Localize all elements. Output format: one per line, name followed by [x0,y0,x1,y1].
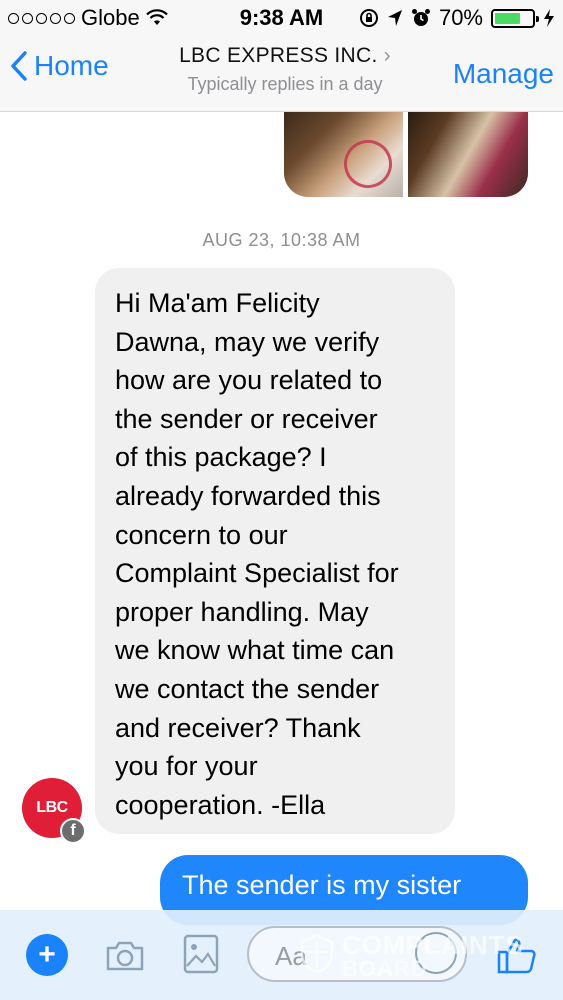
photo-attachment-1[interactable] [284,112,403,197]
bolt-icon [544,9,554,27]
status-bar: Globe 9:38 AM 70% [0,0,563,36]
message-line: we contact the sender [115,673,380,704]
status-right: 70% [359,5,555,31]
image-icon[interactable] [183,932,219,976]
conversation-header[interactable]: LBC EXPRESS INC. › Typically replies in a… [140,44,430,95]
response-time-subtitle: Typically replies in a day [187,74,383,94]
message-line: Complaint Specialist for [115,558,399,589]
message-line: Dawna, may we verify [115,326,380,357]
message-line: already forwarded this [115,480,381,511]
message-timestamp: AUG 23, 10:38 AM [202,230,361,250]
message-line: how are you related to [115,365,383,396]
message-line: the sender or receiver [115,403,378,434]
conversation-title-row: LBC EXPRESS INC. › [140,44,430,68]
chevron-right-icon: › [383,44,391,67]
message-line: and receiver? Thank [115,712,361,743]
nav-bar: Home LBC EXPRESS INC. › Typically replies… [0,36,563,112]
message-line: we know what time can [115,635,395,666]
facebook-badge-icon: f [60,818,86,844]
manage-button[interactable]: Manage [453,58,554,90]
outgoing-message-text: The sender is my sister [182,870,462,900]
message-line: of this package? I [115,442,327,473]
incoming-message-bubble[interactable]: Hi Ma'am Felicity Dawna, may we verify h… [95,268,455,834]
shield-icon [300,934,334,974]
message-line: concern to our [115,519,288,550]
conversation-title: LBC EXPRESS INC. [179,44,378,67]
battery-percentage: 70% [438,5,483,30]
photo-attachment-2[interactable] [408,112,528,197]
package-logo-image [337,133,399,195]
location-arrow-icon [387,10,402,26]
battery-icon [491,8,539,28]
chevron-left-icon [11,51,27,81]
camera-icon[interactable] [104,934,146,976]
complaints-board-watermark: COMPLAINTS BOARD [300,930,523,986]
message-line: Hi Ma'am Felicity [115,288,320,318]
add-attachment-button[interactable]: + [26,934,68,976]
back-button[interactable]: Home [10,50,109,82]
avatar-logo-text: LBC [36,799,68,816]
message-line: you for your [115,751,258,782]
alarm-icon [411,9,430,26]
rotation-lock-icon [359,9,378,27]
message-line: proper handling. May [115,596,369,627]
watermark-line-2: BOARD [342,956,428,981]
message-line: cooperation. -Ella [115,789,326,820]
back-label: Home [34,50,109,81]
